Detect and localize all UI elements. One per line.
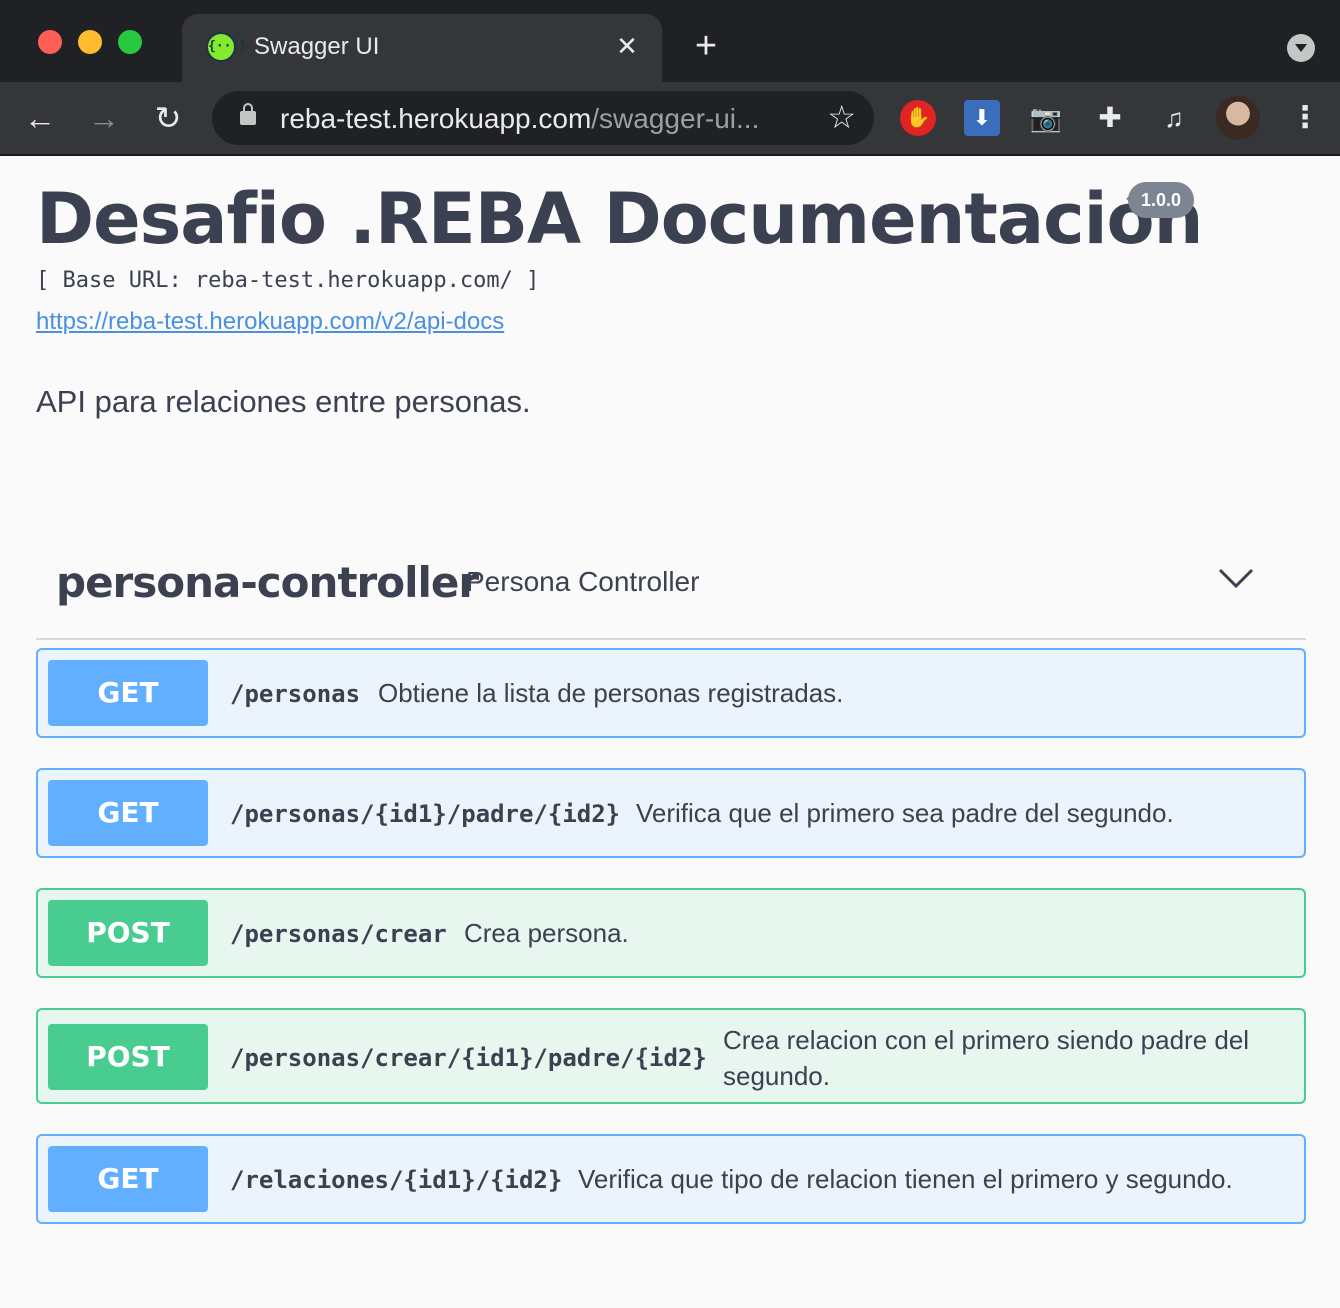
api-description: API para relaciones entre personas.: [36, 384, 531, 419]
forward-arrow-icon[interactable]: →: [84, 98, 124, 138]
opblock-get-personas[interactable]: GET /personas Obtiene la lista de person…: [36, 648, 1306, 738]
close-window-button[interactable]: [38, 30, 62, 54]
minimize-window-button[interactable]: [78, 30, 102, 54]
browser-menu-icon[interactable]: ⋮: [1290, 98, 1320, 138]
operation-path: /personas/crear: [230, 920, 447, 948]
method-badge: GET: [48, 660, 208, 726]
operation-summary: Crea persona.: [464, 918, 629, 948]
tab-search-icon[interactable]: [1287, 34, 1315, 62]
tag-description: Persona Controller: [466, 566, 700, 597]
method-badge: GET: [48, 780, 208, 846]
base-url: [ Base URL: reba-test.herokuapp.com/ ]: [36, 268, 540, 293]
version-badge: 1.0.0: [1128, 182, 1195, 218]
method-badge: POST: [48, 900, 208, 966]
camera-icon[interactable]: 📷: [1028, 100, 1064, 136]
back-arrow-icon[interactable]: ←: [20, 98, 60, 138]
operation-summary-line-1: Crea relacion con el primero siendo padr…: [723, 1025, 1250, 1055]
maximize-window-button[interactable]: [118, 30, 142, 54]
new-tab-icon[interactable]: +: [688, 26, 724, 66]
profile-avatar[interactable]: [1216, 96, 1260, 140]
operation-summary: Obtiene la lista de personas registradas…: [378, 678, 844, 708]
opblock-post-personas-crear-padre[interactable]: POST /personas/crear/{id1}/padre/{id2} C…: [36, 1008, 1306, 1104]
url-text[interactable]: reba-test.herokuapp.com/swagger-ui...: [280, 103, 759, 135]
operation-path: /personas/crear/{id1}/padre/{id2}: [230, 1044, 707, 1072]
tag-header-persona-controller[interactable]: persona-controller Persona Controller: [36, 540, 1306, 640]
method-badge: POST: [48, 1024, 208, 1090]
reload-icon[interactable]: ↻: [148, 98, 188, 138]
operation-path: /relaciones/{id1}/{id2}: [230, 1166, 563, 1194]
adblock-icon[interactable]: ✋: [900, 100, 936, 136]
opblock-get-personas-padre[interactable]: GET /personas/{id1}/padre/{id2} Verifica…: [36, 768, 1306, 858]
operation-summary: Verifica que el primero sea padre del se…: [636, 798, 1174, 828]
puzzle-icon[interactable]: ✚: [1092, 100, 1128, 136]
browser-toolbar: ← → ↻ reba-test.herokuapp.com/swagger-ui…: [0, 82, 1340, 156]
chevron-down-icon[interactable]: [1218, 562, 1254, 592]
method-badge: GET: [48, 1146, 208, 1212]
tag-name: persona-controller: [56, 558, 479, 607]
operation-path: /personas: [230, 680, 361, 708]
browser-tab[interactable]: {···} Swagger UI ✕: [182, 14, 662, 82]
opblock-post-personas-crear[interactable]: POST /personas/crear Crea persona.: [36, 888, 1306, 978]
operation-path: /personas/{id1}/padre/{id2}: [230, 800, 621, 828]
url-host: reba-test.herokuapp.com: [280, 103, 592, 134]
api-docs-link[interactable]: https://reba-test.herokuapp.com/v2/api-d…: [36, 308, 504, 336]
browser-titlebar: {···} Swagger UI ✕ +: [0, 0, 1340, 82]
opblock-get-relaciones[interactable]: GET /relaciones/{id1}/{id2} Verifica que…: [36, 1134, 1306, 1224]
lock-icon[interactable]: [240, 103, 256, 125]
address-bar[interactable]: reba-test.herokuapp.com/swagger-ui... ☆: [212, 91, 874, 145]
url-path: /swagger-ui...: [591, 103, 760, 134]
bookmark-star-icon[interactable]: ☆: [827, 99, 856, 135]
download-icon[interactable]: ⬇: [964, 100, 1000, 136]
api-title: Desafio .REBA Documentación: [36, 178, 1203, 260]
tab-title: Swagger UI: [254, 33, 380, 60]
operation-summary: Verifica que tipo de relacion tienen el …: [578, 1164, 1233, 1194]
tab-close-icon[interactable]: ✕: [612, 28, 642, 64]
operation-summary-line-2: segundo.: [723, 1061, 830, 1091]
swagger-favicon-icon: {···}: [206, 32, 247, 62]
media-queue-icon[interactable]: ♫: [1156, 100, 1192, 136]
